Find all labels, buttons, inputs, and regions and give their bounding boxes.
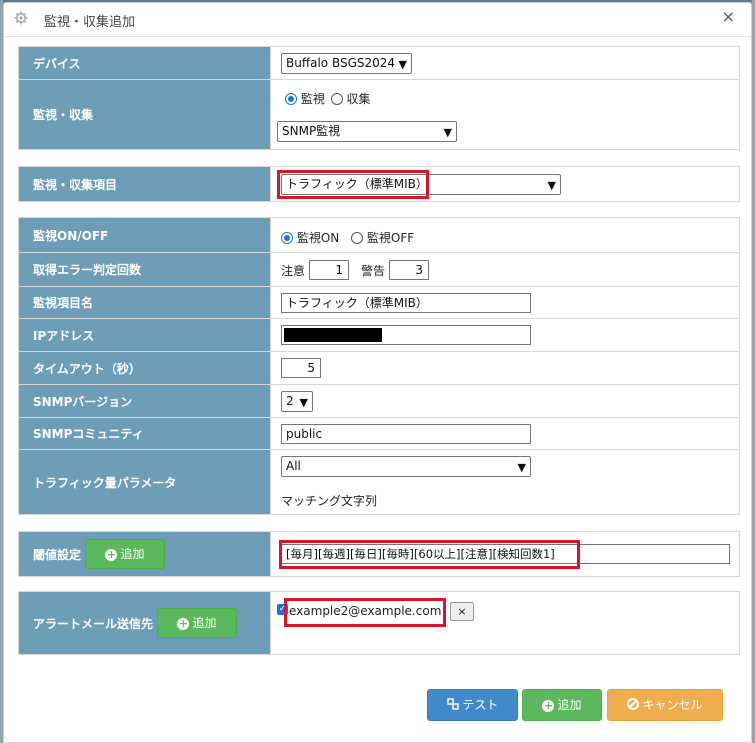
trafficparam-label: トラフィック量パラメータ [18, 449, 271, 515]
highlight-box [277, 170, 429, 199]
warning-label: 警告 [361, 264, 386, 278]
alertmail-section: アラートメール送信先 + 追加 ✓ example2@example.com × [18, 591, 740, 655]
link-icon [446, 698, 459, 710]
itemname-input[interactable]: トラフィック（標準MIB） [281, 293, 531, 313]
chevron-down-icon: ▼ [398, 58, 407, 71]
community-input[interactable]: public [281, 424, 531, 444]
remove-email-button[interactable]: × [450, 602, 474, 621]
errcount-label: 取得エラー判定回数 [18, 252, 271, 287]
community-label: SNMPコミュニティ [18, 417, 271, 450]
onoff-radio-group: 監視ON 監視OFF [281, 229, 414, 246]
alertmail-add-button[interactable]: + 追加 [157, 608, 237, 638]
highlight-box [279, 540, 580, 569]
ip-input[interactable] [281, 325, 531, 345]
redacted-block [284, 328, 382, 342]
plus-circle-icon: + [105, 548, 118, 561]
snmpver-select[interactable]: 2 ▼ [281, 391, 313, 412]
alertmail-label-cell: アラートメール送信先 + 追加 [18, 591, 271, 655]
matching-string-label: マッチング文字列 [281, 494, 378, 508]
ip-label: IPアドレス [18, 318, 271, 352]
plus-circle-icon: + [542, 699, 555, 712]
dialog-title: 監視・収集追加 [44, 15, 136, 30]
mode-radio-group: 監視 収集 [285, 90, 371, 107]
cancel-button[interactable]: キャンセル [607, 689, 723, 721]
dialog: 監視・収集追加 × デバイス Buffalo BSGS2024 ▼ 監視・収集 監… [3, 2, 752, 743]
monitor-type-select[interactable]: SNMP監視 ▼ [277, 121, 457, 142]
radio-monitor[interactable] [285, 93, 297, 105]
item-section: 監視・収集項目 トラフィック（標準MIB） ▼ [18, 166, 740, 202]
onoff-label: 監視ON/OFF [18, 217, 271, 253]
mode-label: 監視・収集 [18, 79, 271, 150]
highlight-box [284, 598, 446, 627]
chevron-down-icon: ▼ [517, 461, 526, 474]
ban-icon [627, 698, 640, 710]
threshold-label: 閾値設定 [33, 547, 82, 562]
device-label: デバイス [18, 46, 271, 80]
alertmail-label: アラートメール送信先 [33, 616, 154, 631]
timeout-input[interactable]: 5 [281, 358, 321, 378]
settings-section: 監視ON/OFF 監視ON 監視OFF 取得エラー判定回数 注意 1 警告 3 … [18, 217, 740, 515]
chevron-down-icon: ▼ [299, 396, 308, 409]
chevron-down-icon: ▼ [443, 126, 452, 139]
plus-circle-icon: + [177, 617, 190, 630]
trafficparam-select[interactable]: All ▼ [281, 456, 531, 477]
dialog-titlebar: 監視・収集追加 × [4, 3, 751, 37]
caution-label: 注意 [281, 264, 306, 278]
threshold-section: 閾値設定 + 追加 [毎月][毎週][毎日][毎時][60以上][注意][検知回数… [18, 531, 740, 577]
threshold-add-button[interactable]: + 追加 [85, 539, 165, 569]
warning-input[interactable]: 3 [389, 260, 429, 280]
timeout-label: タイムアウト（秒） [18, 351, 271, 385]
radio-collect[interactable] [330, 93, 343, 105]
caution-input[interactable]: 1 [309, 260, 349, 280]
radio-off[interactable] [351, 232, 364, 244]
threshold-label-cell: 閾値設定 + 追加 [18, 531, 271, 577]
snmpver-label: SNMPバージョン [18, 384, 271, 418]
device-section: デバイス Buffalo BSGS2024 ▼ 監視・収集 監視 収集 SNMP監… [18, 46, 740, 150]
close-icon[interactable]: × [722, 7, 735, 26]
gear-icon [14, 11, 28, 25]
item-label: 監視・収集項目 [18, 166, 271, 202]
device-select[interactable]: Buffalo BSGS2024 ▼ [281, 53, 412, 74]
itemname-label: 監視項目名 [18, 286, 271, 319]
add-button[interactable]: + 追加 [522, 689, 602, 721]
radio-on[interactable] [281, 232, 293, 244]
test-button[interactable]: テスト [427, 689, 518, 721]
chevron-down-icon: ▼ [547, 179, 556, 192]
